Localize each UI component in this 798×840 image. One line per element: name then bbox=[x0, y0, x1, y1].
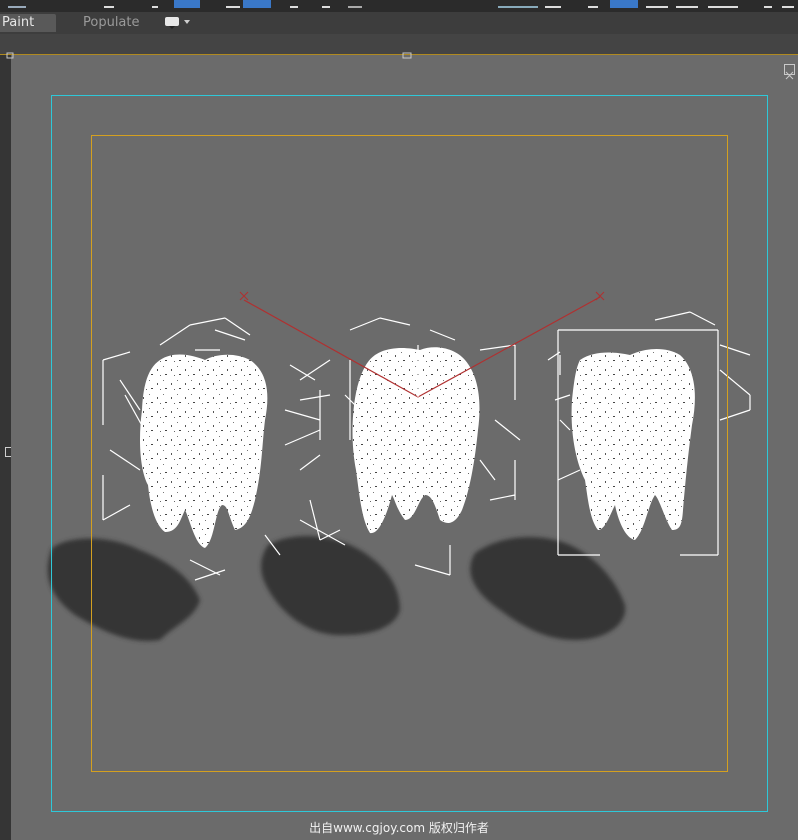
viewport-marker bbox=[402, 52, 412, 59]
watermark-text: 出自www.cgjoy.com 版权归作者 bbox=[309, 821, 489, 835]
safe-frame-inner bbox=[91, 135, 728, 772]
viewport-marker bbox=[6, 52, 14, 59]
